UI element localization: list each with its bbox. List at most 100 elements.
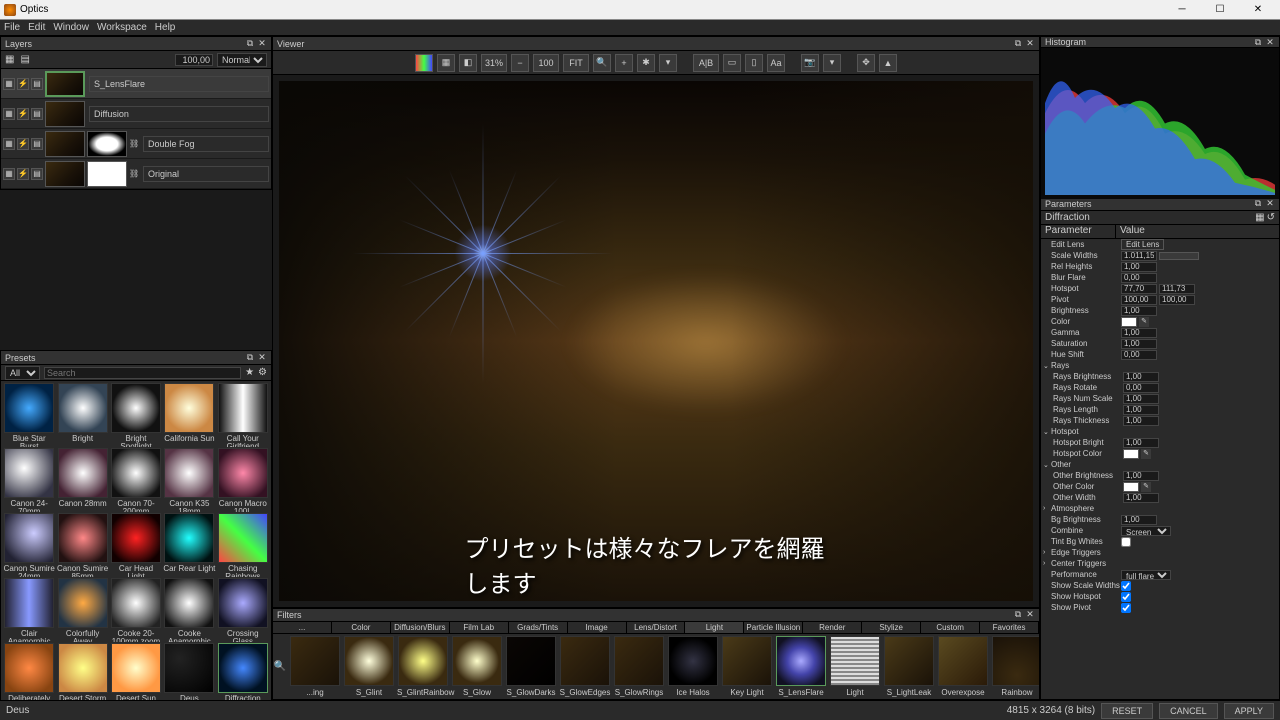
preset-item[interactable]: Diffraction xyxy=(217,643,269,707)
preset-item[interactable]: Blue Star Burst xyxy=(3,383,55,447)
layer-fx-icon[interactable]: ⚡ xyxy=(17,138,29,150)
layer-menu-icon[interactable]: ▤ xyxy=(31,168,43,180)
channel-gray-icon[interactable]: ▦ xyxy=(437,54,455,72)
layer-menu-icon[interactable]: ▤ xyxy=(31,138,43,150)
param-input[interactable] xyxy=(1121,284,1157,294)
layer-name[interactable]: Diffusion xyxy=(89,106,269,122)
layer-name[interactable]: S_LensFlare xyxy=(89,76,269,92)
channel-rgb-icon[interactable] xyxy=(415,54,433,72)
text-icon[interactable]: Aa xyxy=(767,54,785,72)
layer-menu-icon[interactable]: ▤ xyxy=(31,78,43,90)
split-v-icon[interactable]: ▯ xyxy=(745,54,763,72)
opacity-input[interactable] xyxy=(175,54,213,66)
preset-item[interactable]: Chasing Rainbows xyxy=(217,513,269,577)
zoom-in-icon[interactable]: + xyxy=(615,54,633,72)
param-input[interactable] xyxy=(1121,339,1157,349)
close-panel-icon[interactable]: ✕ xyxy=(1265,199,1275,209)
dropdown-icon[interactable]: ▾ xyxy=(659,54,677,72)
param-input[interactable] xyxy=(1121,350,1157,360)
zoom-icon[interactable]: 🔍 xyxy=(593,54,611,72)
preset-item[interactable]: Canon K35 18mm xyxy=(163,448,215,512)
filter-item[interactable]: S_LightLeak xyxy=(883,636,935,697)
undock-icon[interactable]: ⧉ xyxy=(245,39,255,49)
preset-item[interactable]: Deliberately Colorful xyxy=(3,643,55,707)
filter-tab[interactable]: ... xyxy=(273,622,332,634)
filter-item[interactable]: S_GlowDarks xyxy=(505,636,557,697)
undock-icon[interactable]: ⧉ xyxy=(1253,37,1263,47)
preset-item[interactable]: Canon 70-200mm xyxy=(110,448,162,512)
layer-thumb[interactable] xyxy=(45,101,85,127)
star-icon[interactable]: ★ xyxy=(245,367,254,378)
layer-row[interactable]: ▦⚡▤⛓Double Fog xyxy=(1,129,271,159)
preset-item[interactable]: Desert Sun xyxy=(110,643,162,707)
param-checkbox[interactable] xyxy=(1121,603,1131,613)
preset-item[interactable]: Colorfully Away xyxy=(56,578,108,642)
filter-tab[interactable]: Light xyxy=(685,622,744,634)
minimize-button[interactable]: ─ xyxy=(1164,1,1200,19)
param-input[interactable] xyxy=(1121,262,1157,272)
preset-item[interactable]: Canon 28mm xyxy=(56,448,108,512)
filter-item[interactable]: ...ing xyxy=(289,636,341,697)
preset-item[interactable]: Cooke Anamorphic Special Flare xyxy=(163,578,215,642)
reset-preset-icon[interactable]: ↺ xyxy=(1267,212,1275,223)
zoom-fit[interactable]: FIT xyxy=(563,54,589,72)
filter-tab[interactable]: Diffusion/Blurs xyxy=(391,622,450,634)
filter-tab[interactable]: Stylize xyxy=(862,622,921,634)
close-panel-icon[interactable]: ✕ xyxy=(1025,39,1035,49)
param-checkbox[interactable] xyxy=(1121,537,1131,547)
preset-item[interactable]: Call Your Girlfriend xyxy=(217,383,269,447)
more-icon[interactable]: ▾ xyxy=(823,54,841,72)
param-input[interactable] xyxy=(1123,405,1159,415)
filter-item[interactable]: S_LensFlare xyxy=(775,636,827,697)
layer-mask[interactable] xyxy=(87,131,127,157)
filter-item[interactable]: Rainbow xyxy=(991,636,1039,697)
param-input[interactable] xyxy=(1121,273,1157,283)
preset-item[interactable]: Car Rear Light xyxy=(163,513,215,577)
layer-fx-icon[interactable]: ⚡ xyxy=(17,168,29,180)
filter-item[interactable]: Light xyxy=(829,636,881,697)
link-icon[interactable]: ⛓ xyxy=(129,139,139,148)
param-input[interactable] xyxy=(1159,295,1195,305)
move-icon[interactable]: ✥ xyxy=(857,54,875,72)
layer-visible-icon[interactable]: ▦ xyxy=(3,108,15,120)
filter-item[interactable]: S_GlintRainbow xyxy=(397,636,449,697)
menu-workspace[interactable]: Workspace xyxy=(97,22,147,33)
filter-tab[interactable]: Film Lab xyxy=(450,622,509,634)
param-input[interactable] xyxy=(1123,493,1159,503)
close-panel-icon[interactable]: ✕ xyxy=(257,39,267,49)
viewer-canvas[interactable]: プリセットは様々なフレアを網羅します xyxy=(273,75,1039,607)
filter-item[interactable]: Key Light xyxy=(721,636,773,697)
undock-icon[interactable]: ⧉ xyxy=(1013,610,1023,620)
param-input[interactable] xyxy=(1123,383,1159,393)
color-swatch[interactable] xyxy=(1123,482,1139,492)
menu-window[interactable]: Window xyxy=(53,22,89,33)
param-row[interactable]: ⌄Other xyxy=(1041,459,1279,470)
close-button[interactable]: ✕ xyxy=(1240,1,1276,19)
param-input[interactable] xyxy=(1159,284,1195,294)
param-input[interactable] xyxy=(1121,306,1157,316)
param-row[interactable]: ⌄Hotspot xyxy=(1041,426,1279,437)
preset-item[interactable]: Car Head Light xyxy=(110,513,162,577)
param-row[interactable]: ›Atmosphere xyxy=(1041,503,1279,514)
save-preset-icon[interactable]: ▦ xyxy=(1255,212,1264,223)
param-input[interactable] xyxy=(1121,328,1157,338)
param-checkbox[interactable] xyxy=(1121,592,1131,602)
apply-button[interactable]: APPLY xyxy=(1224,703,1274,719)
filter-item[interactable]: S_GlowRings xyxy=(613,636,665,697)
picker-icon[interactable]: ✎ xyxy=(1141,449,1151,459)
layer-thumb[interactable] xyxy=(45,161,85,187)
preset-item[interactable]: Canon 24-70mm xyxy=(3,448,55,512)
filter-tab[interactable]: Image xyxy=(568,622,627,634)
blend-select[interactable]: Normal xyxy=(217,53,267,67)
layer-name[interactable]: Double Fog xyxy=(143,136,269,152)
layer-visible-icon[interactable]: ▦ xyxy=(3,168,15,180)
close-panel-icon[interactable]: ✕ xyxy=(257,353,267,363)
delete-layer-icon[interactable]: ▤ xyxy=(20,54,29,65)
preset-search-input[interactable] xyxy=(44,367,241,379)
preset-item[interactable]: Desert Storm xyxy=(56,643,108,707)
maximize-button[interactable]: ☐ xyxy=(1202,1,1238,19)
param-button[interactable]: Edit Lens xyxy=(1121,239,1164,250)
param-row[interactable]: ⌄Rays xyxy=(1041,360,1279,371)
filter-tab[interactable]: Render xyxy=(803,622,862,634)
preset-item[interactable]: Canon Sumire 24mm xyxy=(3,513,55,577)
